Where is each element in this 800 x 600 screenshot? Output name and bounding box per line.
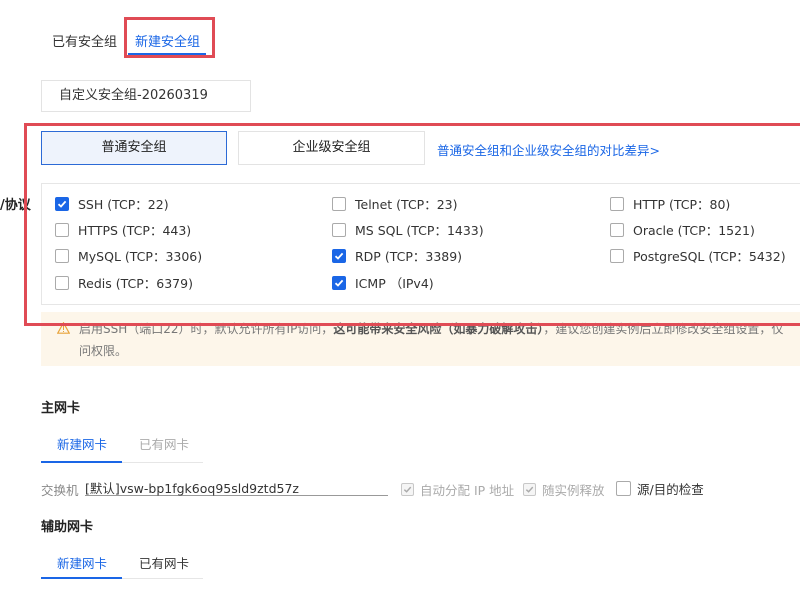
src-dst-check-option[interactable]: 源/目的检查 (616, 479, 704, 498)
secondary-nic-tab-indicator (41, 577, 122, 579)
primary-nic-tab-new[interactable]: 新建网卡 (57, 434, 107, 453)
release-label: 随实例释放 (542, 483, 605, 498)
highlight-box-protocols (24, 123, 800, 326)
secondary-nic-tab-existing[interactable]: 已有网卡 (139, 553, 189, 572)
switch-select[interactable]: [默认]vsw-bp1fgk6oq95sld9ztd57z (85, 478, 388, 496)
highlight-box-tab (124, 17, 215, 58)
switch-label: 交换机 (41, 483, 79, 498)
warning-text-line2: 问权限。 (79, 344, 128, 358)
primary-nic-tab-existing[interactable]: 已有网卡 (139, 434, 189, 453)
src-dst-label: 源/目的检查 (637, 482, 704, 497)
switch-value: [默认]vsw-bp1fgk6oq95sld9ztd57z (85, 481, 299, 496)
tab-existing-security-group[interactable]: 已有安全组 (52, 31, 117, 50)
secondary-nic-title: 辅助网卡 (41, 520, 94, 535)
checkbox-disabled-checked-icon (401, 483, 414, 496)
release-with-instance-option: 随实例释放 (523, 480, 605, 499)
auto-ip-label: 自动分配 IP 地址 (420, 483, 515, 498)
checkbox-icon[interactable] (616, 481, 631, 496)
checkbox-disabled-checked-icon (523, 483, 536, 496)
security-group-name-input[interactable]: 自定义安全组-20260319 (41, 80, 251, 112)
primary-nic-title: 主网卡 (41, 401, 81, 416)
secondary-nic-tab-new[interactable]: 新建网卡 (57, 553, 107, 572)
primary-nic-tab-indicator (41, 461, 122, 463)
auto-ip-option: 自动分配 IP 地址 (401, 480, 514, 499)
